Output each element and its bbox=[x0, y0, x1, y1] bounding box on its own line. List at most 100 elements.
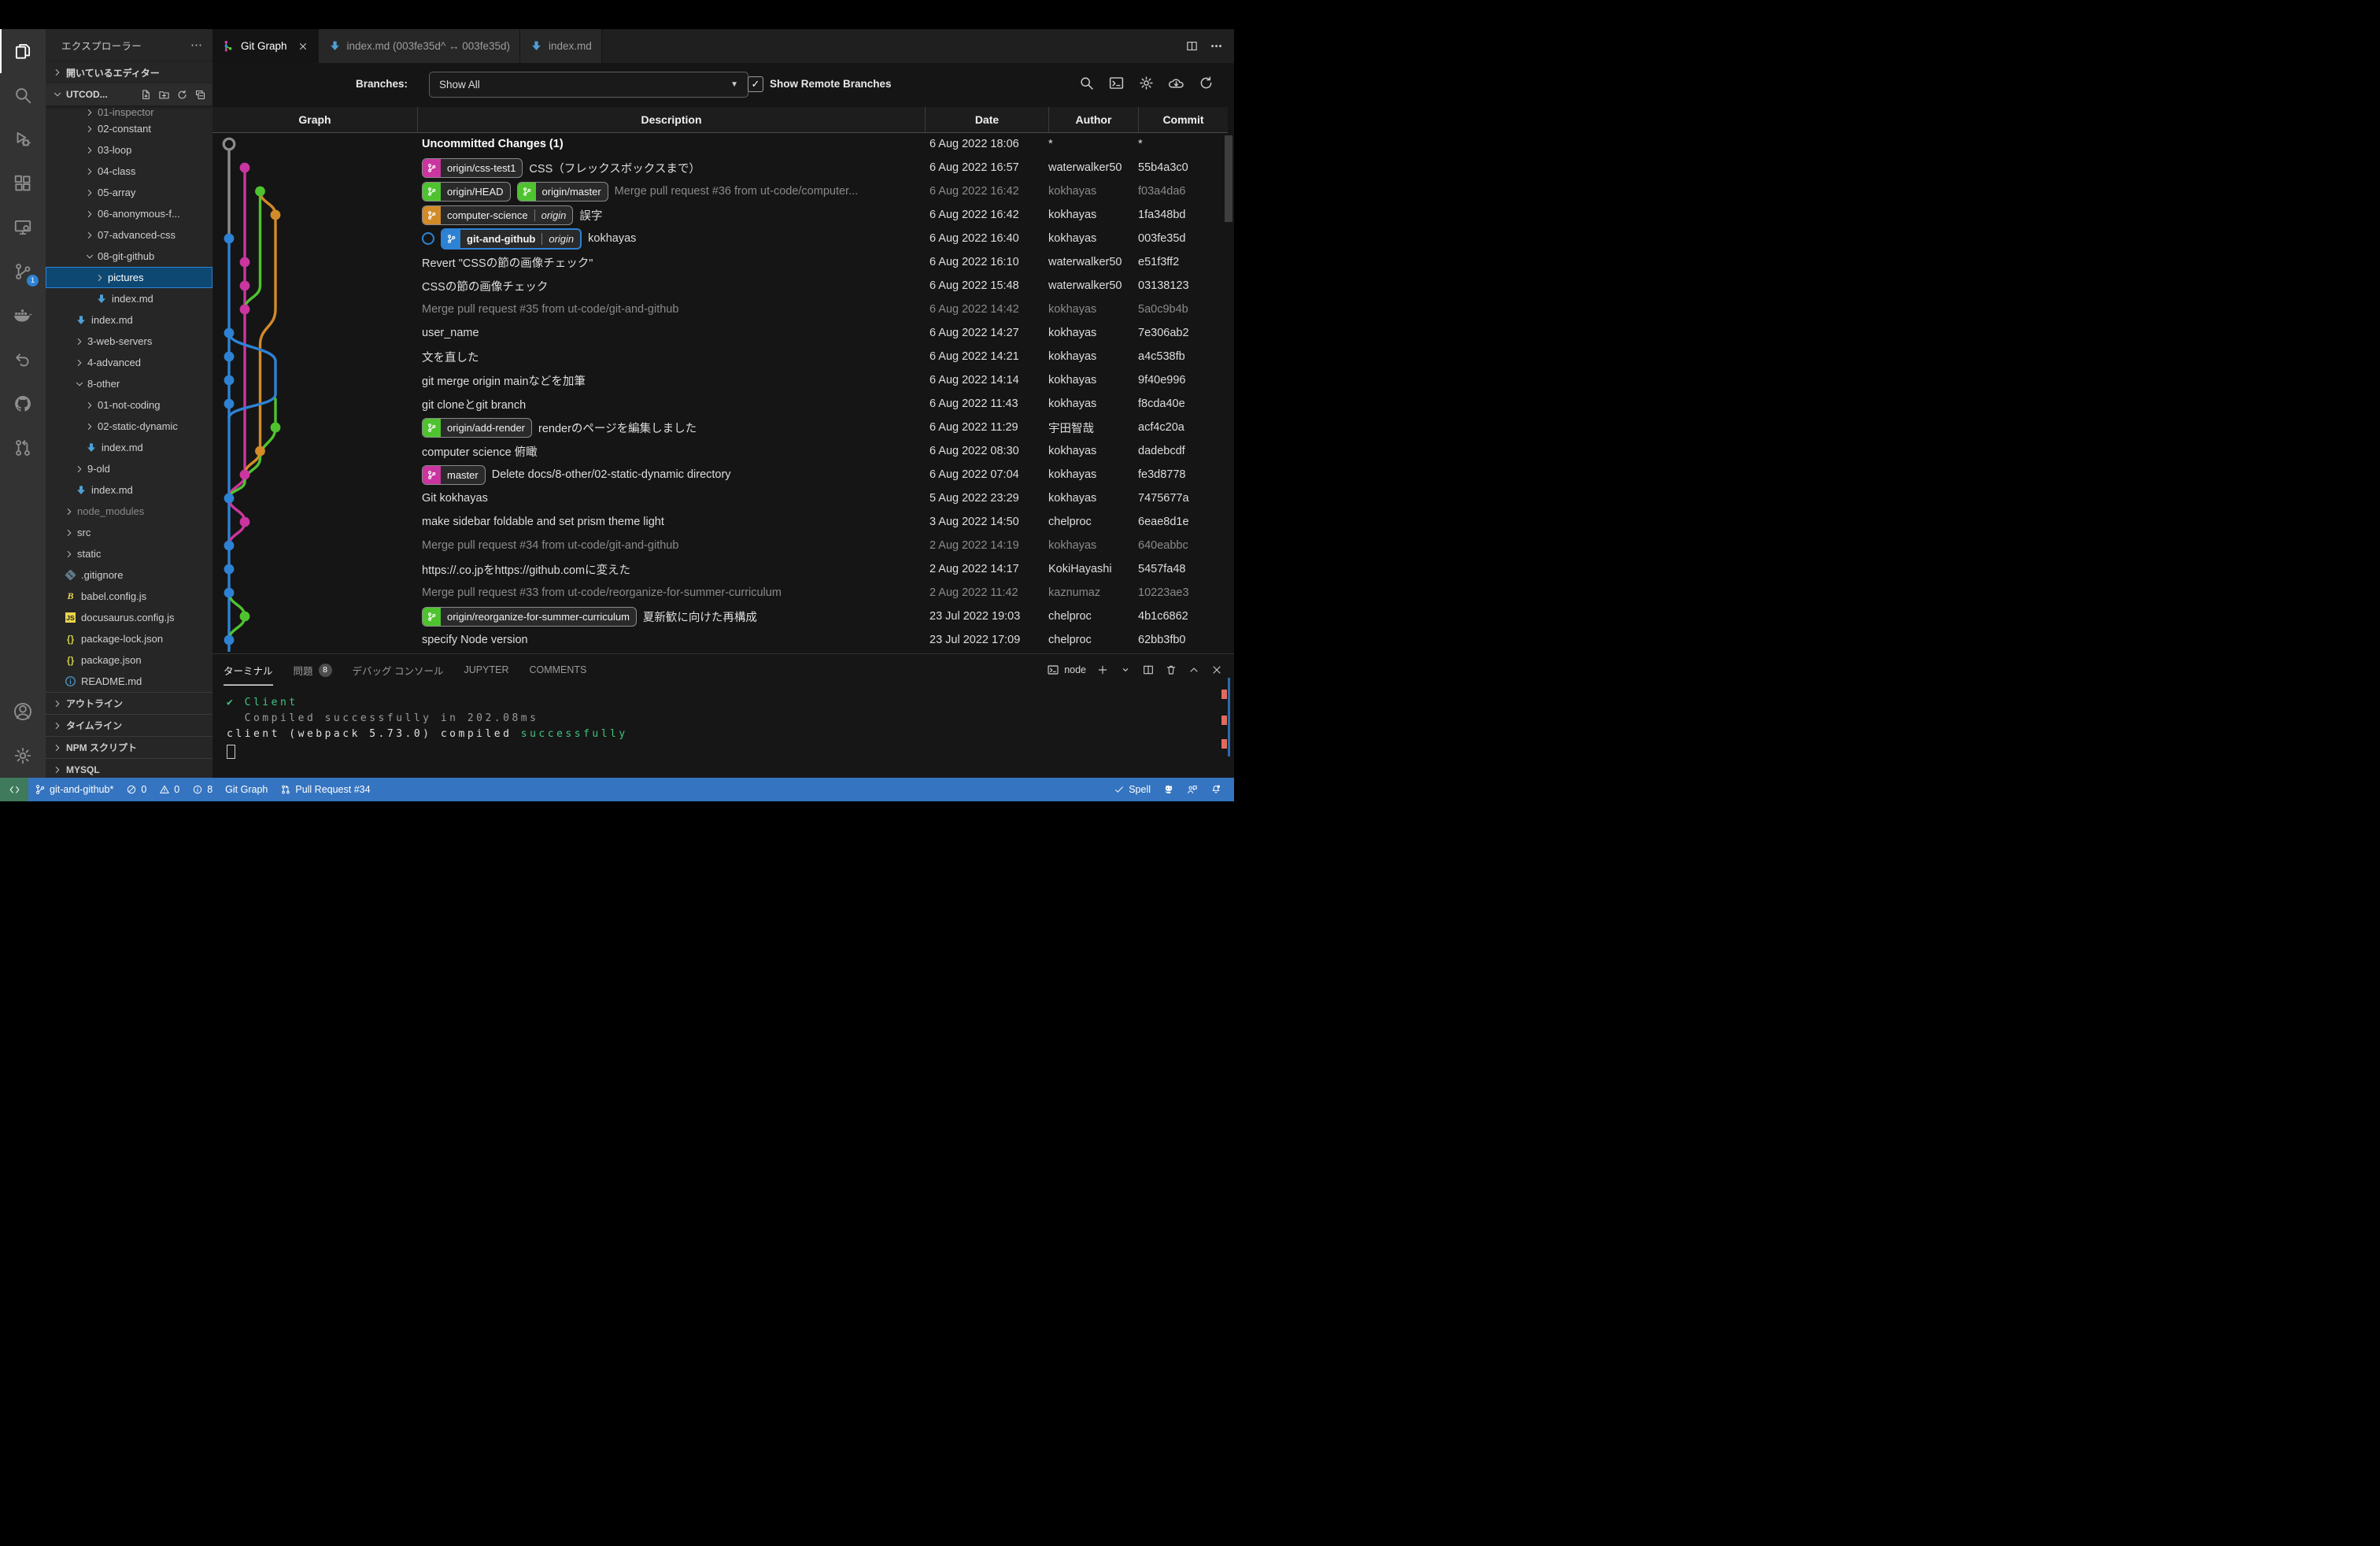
panel-tab-デバッグ コンソール[interactable]: デバッグ コンソール bbox=[353, 654, 444, 686]
branch-label-master[interactable]: master bbox=[422, 465, 486, 485]
tree-item[interactable]: 02-constant bbox=[46, 118, 213, 139]
tree-item[interactable]: 07-advanced-css bbox=[46, 224, 213, 246]
tree-item[interactable]: 08-git-github bbox=[46, 246, 213, 267]
terminal-icon[interactable] bbox=[1108, 75, 1125, 91]
workspace-folder-header[interactable]: UTCOD... bbox=[46, 83, 213, 105]
tree-item[interactable]: 01-not-coding bbox=[46, 394, 213, 416]
open-editors-section[interactable]: 開いているエディター bbox=[46, 61, 213, 83]
graph-commit-dot[interactable] bbox=[224, 399, 235, 409]
refresh-icon[interactable] bbox=[176, 89, 188, 101]
tree-item[interactable]: index.md bbox=[46, 288, 213, 309]
graph-commit-dot[interactable] bbox=[240, 612, 250, 622]
new-file-icon[interactable] bbox=[140, 89, 152, 101]
terminal-scrollbar[interactable] bbox=[1228, 678, 1230, 756]
close-icon[interactable] bbox=[1210, 664, 1223, 676]
panel-tab-問題[interactable]: 問題8 bbox=[294, 654, 332, 686]
more-actions-icon[interactable]: ⋯ bbox=[190, 38, 203, 52]
tree-item[interactable]: 06-anonymous-f... bbox=[46, 203, 213, 224]
tree-item[interactable]: {}package.json bbox=[46, 649, 213, 671]
graph-commit-dot[interactable] bbox=[240, 470, 250, 480]
panel-tab-ターミナル[interactable]: ターミナル bbox=[224, 654, 273, 686]
graph-commit-dot[interactable] bbox=[240, 281, 250, 291]
tree-item[interactable]: 4-advanced bbox=[46, 352, 213, 373]
plus-icon[interactable] bbox=[1096, 664, 1109, 676]
graph-commit-dot[interactable] bbox=[255, 446, 265, 457]
graph-commit-dot[interactable] bbox=[224, 375, 235, 386]
more-icon[interactable] bbox=[1210, 39, 1223, 53]
branch-label-computer-science[interactable]: computer-scienceorigin bbox=[422, 205, 573, 225]
tree-item[interactable]: 9-old bbox=[46, 458, 213, 479]
graph-commit-dot[interactable] bbox=[255, 187, 265, 197]
activity-item-docker[interactable] bbox=[0, 294, 46, 338]
graph-commit-dot[interactable] bbox=[240, 257, 250, 268]
graph-commit-dot[interactable] bbox=[224, 352, 235, 362]
tree-item[interactable]: README.md bbox=[46, 671, 213, 692]
terminal-output[interactable]: ✔ Client Compiled successfully in 202.08… bbox=[227, 695, 628, 759]
status-8[interactable]: 8 bbox=[186, 778, 219, 801]
graph-commit-dot[interactable] bbox=[224, 328, 235, 338]
status-octocat[interactable] bbox=[1157, 778, 1181, 801]
graph-commit-dot[interactable] bbox=[240, 305, 250, 315]
tree-item[interactable]: index.md bbox=[46, 309, 213, 331]
tab-index.md[interactable]: index.md bbox=[520, 29, 602, 63]
tree-item[interactable]: 3-web-servers bbox=[46, 331, 213, 352]
activity-item-account[interactable] bbox=[0, 690, 46, 734]
tree-item[interactable]: {}package-lock.json bbox=[46, 628, 213, 649]
sidebar-section-タイムライン[interactable]: タイムライン bbox=[46, 714, 213, 736]
tree-item[interactable]: .gitignore bbox=[46, 564, 213, 586]
branch-label-origin/master[interactable]: origin/master bbox=[517, 182, 608, 202]
graph-commit-dot[interactable] bbox=[224, 635, 235, 645]
show-remote-branches-checkbox[interactable]: ✓ bbox=[748, 76, 763, 92]
activity-item-history[interactable] bbox=[0, 338, 46, 382]
tree-item[interactable]: src bbox=[46, 522, 213, 543]
activity-item-files[interactable] bbox=[0, 29, 46, 73]
activity-item-source-control[interactable]: 1 bbox=[0, 250, 46, 294]
status-git-and-github*[interactable]: git-and-github* bbox=[28, 778, 120, 801]
graph-commit-dot[interactable] bbox=[224, 494, 235, 504]
tree-item[interactable]: 02-static-dynamic bbox=[46, 416, 213, 437]
settings-icon[interactable] bbox=[1138, 75, 1155, 91]
tree-item[interactable]: pictures bbox=[46, 267, 213, 288]
graph-commit-dot[interactable] bbox=[224, 564, 235, 575]
branch-label-origin/add-render[interactable]: origin/add-render bbox=[422, 418, 532, 438]
search-icon[interactable] bbox=[1078, 75, 1095, 91]
activity-item-settings[interactable] bbox=[0, 734, 46, 778]
branch-label-origin/reorganize-for-summer-curriculum[interactable]: origin/reorganize-for-summer-curriculum bbox=[422, 607, 637, 627]
panel-tab-JUPYTER[interactable]: JUPYTER bbox=[464, 654, 509, 686]
tree-item[interactable]: 01-inspector bbox=[46, 105, 213, 118]
status-Spell[interactable]: Spell bbox=[1107, 778, 1157, 801]
status-feedback[interactable] bbox=[1181, 778, 1204, 801]
tree-item[interactable]: node_modules bbox=[46, 501, 213, 522]
tree-item[interactable]: static bbox=[46, 543, 213, 564]
status-Git Graph[interactable]: Git Graph bbox=[219, 778, 274, 801]
remote-indicator[interactable] bbox=[0, 778, 28, 801]
graph-commit-dot[interactable] bbox=[224, 234, 235, 244]
panel-tab-COMMENTS[interactable]: COMMENTS bbox=[529, 654, 586, 686]
activity-item-github[interactable] bbox=[0, 382, 46, 426]
collapse-all-icon[interactable] bbox=[194, 89, 206, 101]
graph-commit-dot[interactable] bbox=[224, 541, 235, 551]
refresh-icon[interactable] bbox=[1198, 75, 1214, 91]
graph-commit-dot[interactable] bbox=[271, 423, 281, 433]
activity-item-pull-request[interactable] bbox=[0, 426, 46, 470]
split-icon[interactable] bbox=[1142, 664, 1155, 676]
activity-item-extensions[interactable] bbox=[0, 161, 46, 205]
activity-item-run-debug[interactable] bbox=[0, 117, 46, 161]
sidebar-section-NPM スクリプト[interactable]: NPM スクリプト bbox=[46, 736, 213, 758]
tab-index.md (003fe35d^ ↔ 003fe35d)[interactable]: index.md (003fe35d^ ↔ 003fe35d) bbox=[319, 29, 520, 63]
tree-item[interactable]: index.md bbox=[46, 479, 213, 501]
graph-commit-dot[interactable] bbox=[240, 517, 250, 527]
shell-selector[interactable]: node bbox=[1047, 664, 1086, 676]
status-0[interactable]: 0 bbox=[153, 778, 186, 801]
sidebar-section-MYSQL[interactable]: MYSQL bbox=[46, 758, 213, 778]
tree-item[interactable]: 03-loop bbox=[46, 139, 213, 161]
trash-icon[interactable] bbox=[1165, 664, 1177, 676]
status-Pull Request #34[interactable]: Pull Request #34 bbox=[274, 778, 376, 801]
graph-commit-dot[interactable] bbox=[240, 163, 250, 173]
tree-item[interactable]: 04-class bbox=[46, 161, 213, 182]
branch-label-origin/HEAD[interactable]: origin/HEAD bbox=[422, 182, 511, 202]
new-folder-icon[interactable] bbox=[158, 89, 170, 101]
branch-label-git-and-github[interactable]: git-and-githuborigin bbox=[441, 228, 582, 250]
tab-Git Graph[interactable]: Git Graph bbox=[213, 29, 319, 63]
branches-dropdown[interactable]: Show All ▼ bbox=[429, 72, 748, 98]
